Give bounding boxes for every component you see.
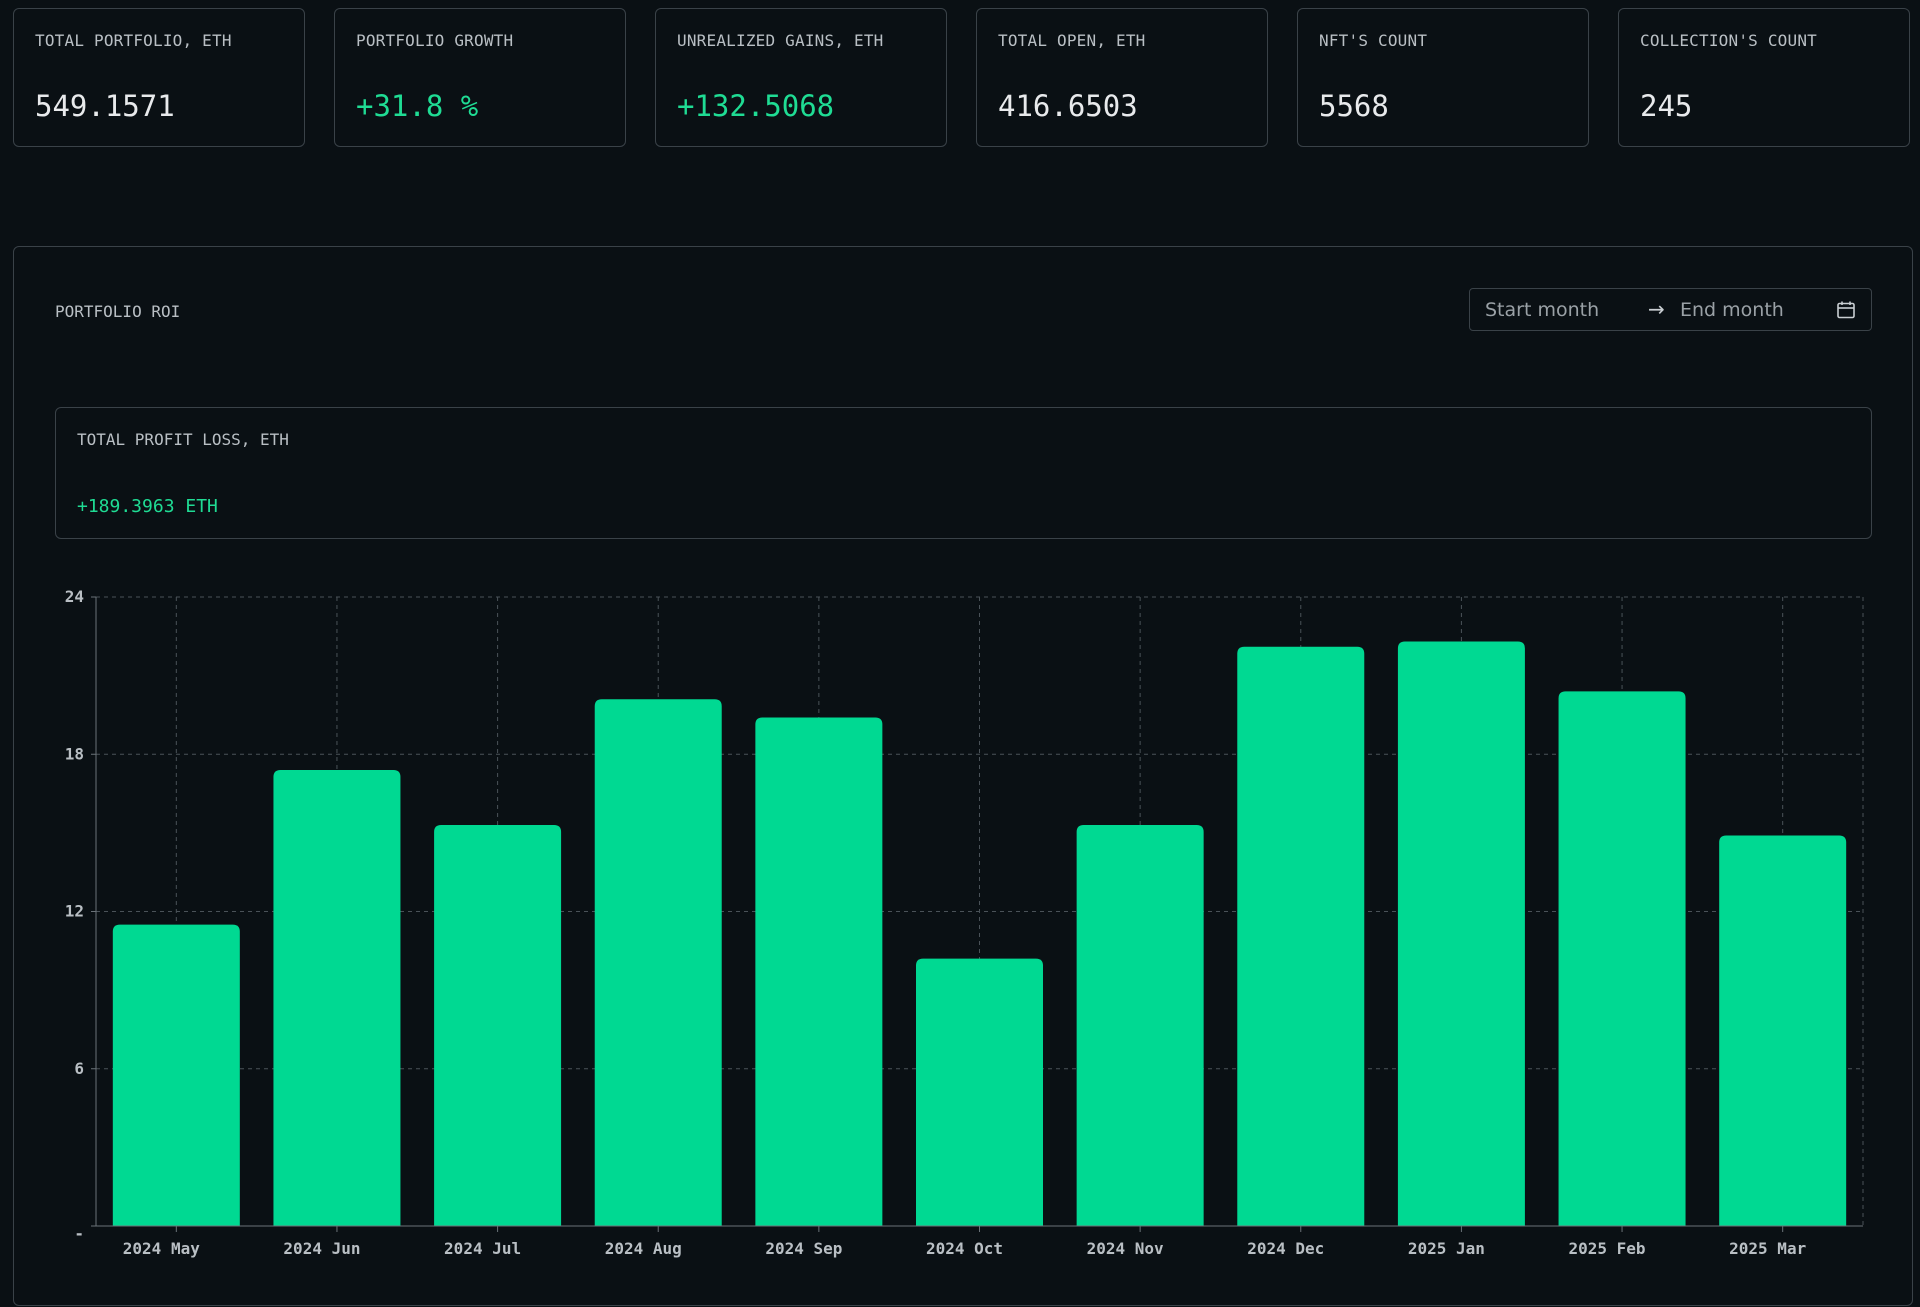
stat-value: 549.1571 [35,89,175,123]
bar-2025-mar [1719,835,1847,1226]
y-tick-label: 12 [65,902,84,921]
stat-label: UNREALIZED GAINS, ETH [677,31,884,50]
stat-label: NFT'S COUNT [1319,31,1428,50]
bar-2024-aug [594,699,722,1226]
roi-bar-chart: - 6 12 18 24 2024 May 2024 Jun 2024 Jul 2024 Aug… [65,587,1864,1258]
x-tick-label: 2024 Oct [926,1239,1003,1258]
x-tick-label: 2024 Jun [283,1239,360,1258]
x-tick-label: 2025 Jan [1408,1239,1485,1258]
stat-card-unrealized-gains: UNREALIZED GAINS, ETH +132.5068 [655,8,947,147]
stat-value: +31.8 % [356,89,479,123]
stat-label: COLLECTION'S COUNT [1640,31,1817,50]
bar-2025-feb [1558,691,1686,1226]
bar-2025-jan [1397,641,1525,1226]
x-tick-label: 2024 Jul [444,1239,521,1258]
stat-value: 416.6503 [998,89,1138,123]
stat-value: 245 [1640,89,1693,123]
x-tick-label: 2024 Nov [1087,1239,1164,1258]
bar-2024-oct [916,958,1043,1226]
stat-label: TOTAL OPEN, ETH [998,31,1146,50]
x-tick-label: 2024 May [123,1239,200,1258]
portfolio-roi-panel: PORTFOLIO ROI Start month → End month TO… [13,246,1913,1306]
stat-label: PORTFOLIO GROWTH [356,31,514,50]
stat-card-collection-count: COLLECTION'S COUNT 245 [1618,8,1910,147]
stat-label: TOTAL PORTFOLIO, ETH [35,31,232,50]
bar-2024-jul [434,825,562,1226]
stat-card-total-open: TOTAL OPEN, ETH 416.6503 [976,8,1268,147]
y-tick-label: 18 [65,744,84,763]
y-tick-label: 24 [65,587,84,606]
x-tick-label: 2024 Sep [765,1239,842,1258]
stats-row: TOTAL PORTFOLIO, ETH 549.1571 PORTFOLIO … [13,8,1910,147]
x-tick-label: 2024 Aug [605,1239,682,1258]
x-tick-label: 2025 Feb [1569,1239,1646,1258]
y-tick-label: 6 [74,1059,84,1078]
y-tick-label: - [74,1224,84,1243]
stat-value: 5568 [1319,89,1389,123]
stat-value: +132.5068 [677,89,835,123]
bar-2024-jun [273,769,401,1226]
bar-2024-nov [1076,825,1204,1226]
bar-2024-dec [1237,646,1365,1226]
stat-card-nft-count: NFT'S COUNT 5568 [1297,8,1589,147]
x-tick-label: 2024 Dec [1247,1239,1324,1258]
stat-card-portfolio-growth: PORTFOLIO GROWTH +31.8 % [334,8,626,147]
x-tick-label: 2025 Mar [1729,1239,1806,1258]
bar-2024-may [112,924,240,1226]
stat-card-total-portfolio: TOTAL PORTFOLIO, ETH 549.1571 [13,8,305,147]
bar-2024-sep [755,717,883,1226]
